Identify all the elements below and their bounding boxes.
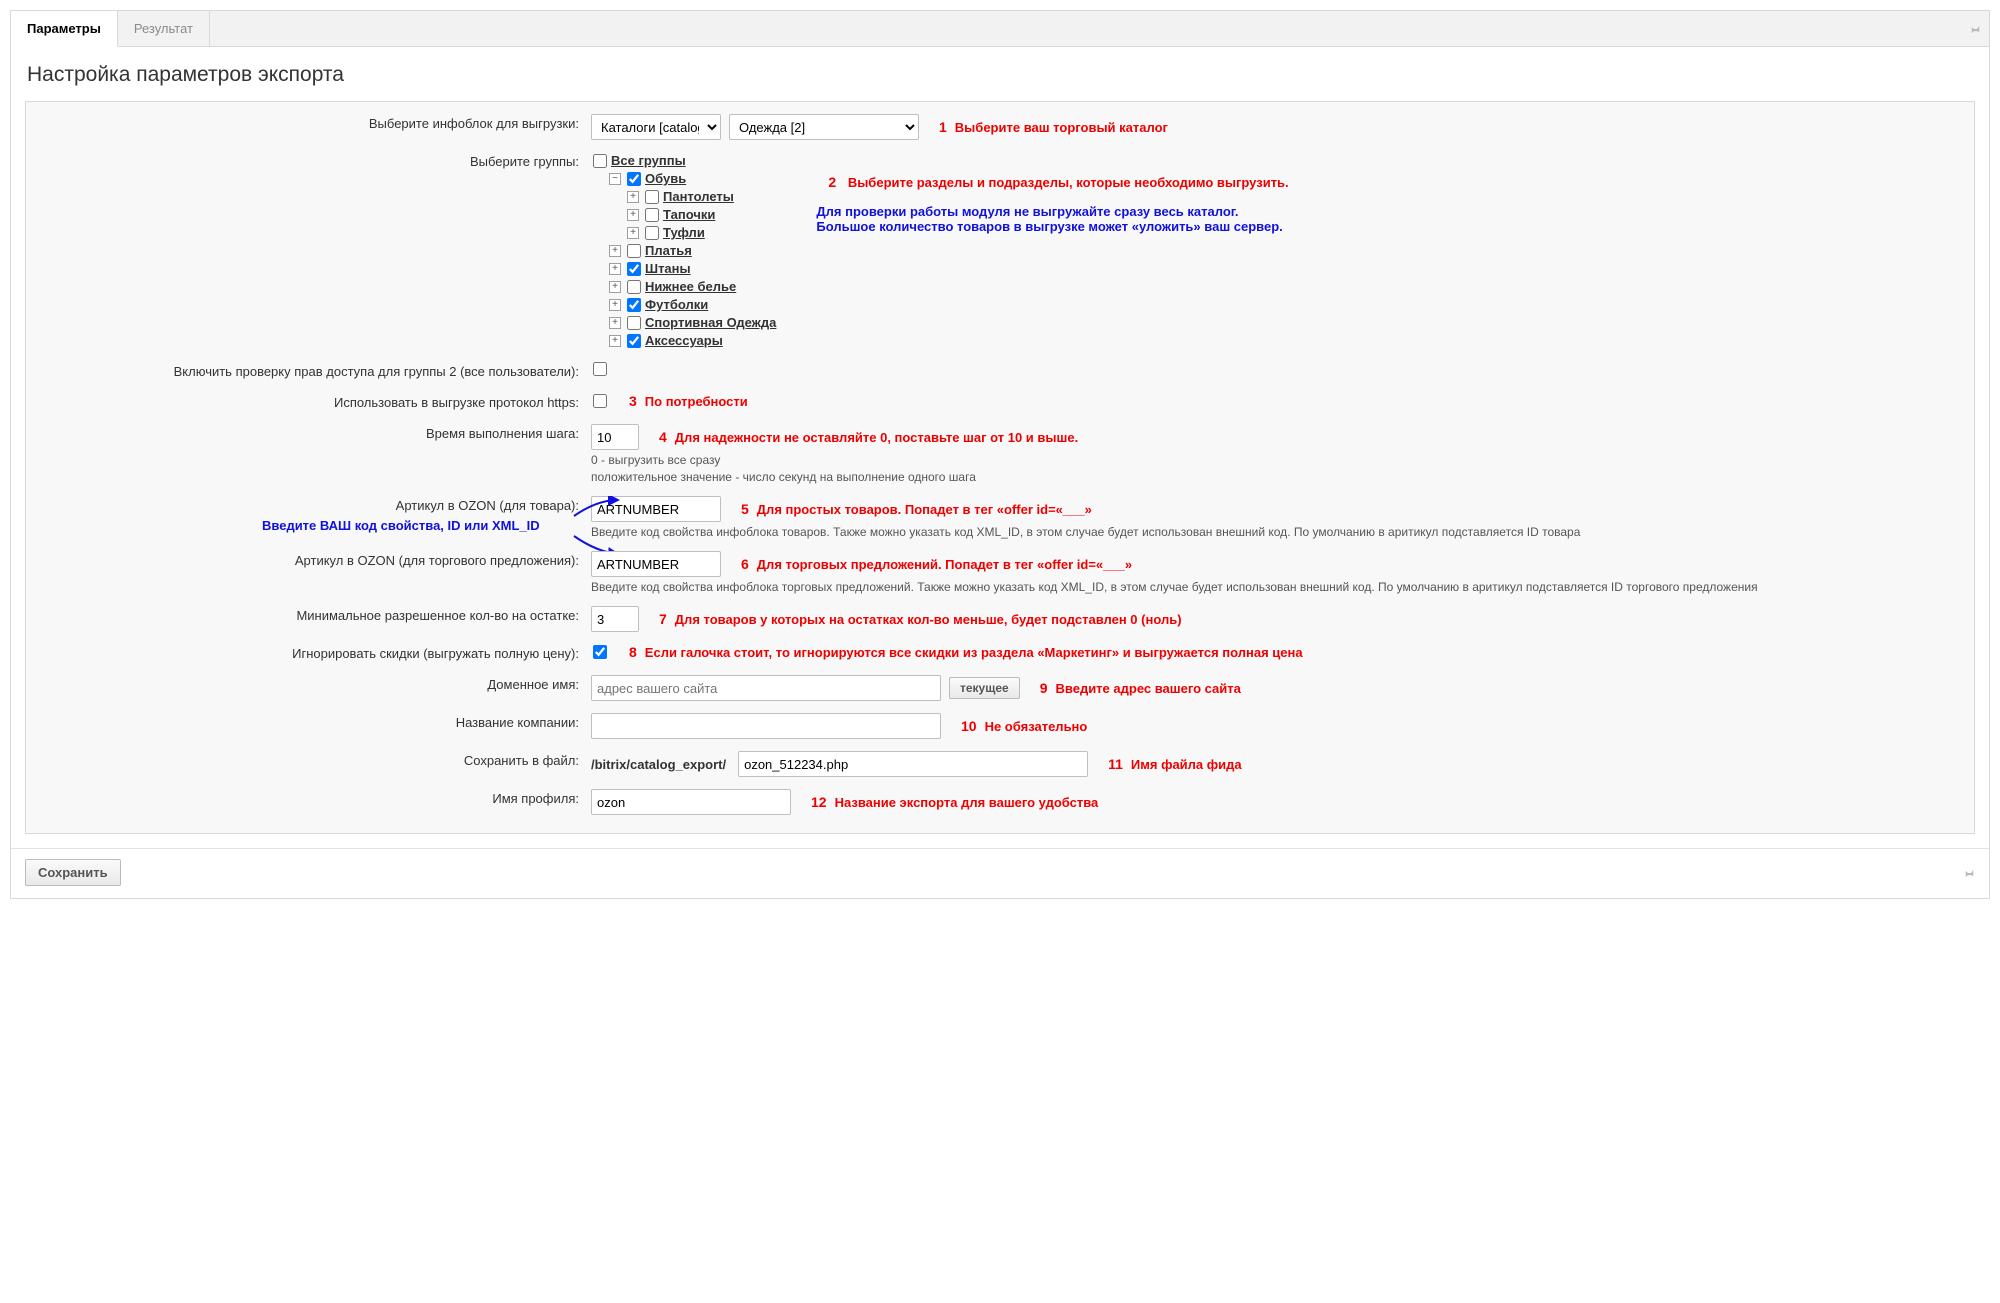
label-art-offer: Артикул в OZON (для торгового предложени… — [32, 549, 587, 572]
input-domain[interactable] — [591, 675, 941, 701]
tree-check[interactable] — [627, 298, 641, 312]
anno-num-4: 4 — [659, 429, 667, 445]
expander-icon[interactable]: + — [609, 245, 621, 257]
anno-text-6: Для торговых предложений. Попадет в тег … — [757, 557, 1132, 572]
groups-tree[interactable]: Все группы − Обувь + Пантолеты + Тапочки — [591, 152, 776, 350]
tree-check[interactable] — [627, 316, 641, 330]
tree-check-root[interactable] — [593, 154, 607, 168]
hint-step-b: положительное значение - число секунд на… — [591, 470, 1964, 484]
label-ignore-disc: Игнорировать скидки (выгружать полную це… — [32, 642, 587, 665]
anno-text-11: Имя файла фида — [1131, 757, 1242, 772]
anno-text-10: Не обязательно — [985, 719, 1088, 734]
input-min-stock[interactable] — [591, 606, 639, 632]
input-company[interactable] — [591, 713, 941, 739]
anno-num-1: 1 — [939, 119, 947, 135]
anno-text-2: Выберите разделы и подразделы, которые н… — [848, 175, 1289, 190]
checkbox-https[interactable] — [593, 394, 607, 408]
tree-label[interactable]: Пантолеты — [663, 188, 734, 206]
tab-params[interactable]: Параметры — [11, 11, 118, 47]
tree-label[interactable]: Тапочки — [663, 206, 715, 224]
label-https: Использовать в выгрузке протокол https: — [32, 391, 587, 414]
tree-label-obuv[interactable]: Обувь — [645, 170, 686, 188]
tree-check[interactable] — [645, 226, 659, 240]
label-domain: Доменное имя: — [32, 673, 587, 696]
tree-label[interactable]: Штаны — [645, 260, 691, 278]
label-perm-check: Включить проверку прав доступа для групп… — [32, 360, 587, 383]
anno-text-2b: Для проверки работы модуля не выгружайте… — [816, 204, 1288, 234]
label-art-product: Артикул в OZON (для товара): — [32, 494, 587, 517]
tab-result[interactable]: Результат — [118, 11, 210, 46]
anno-num-8: 8 — [629, 644, 637, 660]
arrow-hint: Введите ВАШ код свойства, ID или XML_ID — [262, 518, 582, 533]
label-company: Название компании: — [32, 711, 587, 734]
input-file[interactable] — [738, 751, 1088, 777]
anno-text-1: Выберите ваш торговый каталог — [955, 120, 1168, 135]
anno-num-5: 5 — [741, 501, 749, 517]
expander-icon[interactable]: + — [609, 281, 621, 293]
label-min-stock: Минимальное разрешенное кол-во на остатк… — [32, 604, 587, 627]
tree-label-root[interactable]: Все группы — [611, 152, 686, 170]
select-iblock-type[interactable]: Каталоги [catalog] — [591, 114, 721, 140]
anno-num-7: 7 — [659, 611, 667, 627]
label-groups: Выберите группы: — [32, 150, 587, 173]
tab-strip: Параметры Результат — [11, 11, 1989, 47]
expander-icon[interactable]: + — [627, 227, 639, 239]
tree-check[interactable] — [627, 244, 641, 258]
label-step: Время выполнения шага: — [32, 422, 587, 445]
anno-text-8: Если галочка стоит, то игнорируются все … — [645, 645, 1303, 660]
expander-icon[interactable]: + — [609, 335, 621, 347]
input-profile[interactable] — [591, 789, 791, 815]
anno-text-4: Для надежности не оставляйте 0, поставьт… — [675, 430, 1078, 445]
tree-label[interactable]: Футболки — [645, 296, 708, 314]
anno-text-9: Введите адрес вашего сайта — [1056, 681, 1241, 696]
input-art-product[interactable] — [591, 496, 721, 522]
anno-num-3: 3 — [629, 393, 637, 409]
tree-label[interactable]: Туфли — [663, 224, 705, 242]
checkbox-ignore-disc[interactable] — [593, 645, 607, 659]
label-iblock: Выберите инфоблок для выгрузки: — [32, 112, 587, 135]
select-iblock[interactable]: Одежда [2] — [729, 114, 919, 140]
anno-num-11: 11 — [1108, 756, 1123, 772]
tree-check[interactable] — [645, 190, 659, 204]
anno-text-5: Для простых товаров. Попадет в тег «offe… — [757, 502, 1092, 517]
expander-icon[interactable]: + — [609, 299, 621, 311]
anno-text-3: По потребности — [645, 394, 748, 409]
pin-icon[interactable] — [1963, 867, 1975, 879]
tree-label[interactable]: Нижнее белье — [645, 278, 736, 296]
anno-num-9: 9 — [1040, 680, 1048, 696]
expander-icon[interactable]: + — [627, 209, 639, 221]
anno-text-12: Название экспорта для вашего удобства — [835, 795, 1099, 810]
expander-icon[interactable]: + — [609, 317, 621, 329]
expander-icon[interactable]: + — [609, 263, 621, 275]
tree-label[interactable]: Платья — [645, 242, 692, 260]
expander-icon[interactable]: − — [609, 173, 621, 185]
save-button[interactable]: Сохранить — [25, 859, 121, 886]
anno-num-6: 6 — [741, 556, 749, 572]
expander-icon[interactable]: + — [627, 191, 639, 203]
anno-num-12: 12 — [811, 794, 827, 810]
input-step[interactable] — [591, 424, 639, 450]
input-art-offer[interactable] — [591, 551, 721, 577]
current-button[interactable]: текущее — [949, 677, 1020, 699]
tree-check[interactable] — [645, 208, 659, 222]
hint-step-a: 0 - выгрузить все сразу — [591, 453, 1964, 467]
tree-label[interactable]: Аксессуары — [645, 332, 723, 350]
anno-num-2: 2 — [828, 174, 836, 190]
tree-check[interactable] — [627, 280, 641, 294]
anno-text-7: Для товаров у которых на остатках кол-во… — [675, 612, 1182, 627]
hint-art-product: Введите код свойства инфоблока товаров. … — [591, 525, 1964, 539]
file-path-prefix: /bitrix/catalog_export/ — [591, 757, 726, 772]
hint-art-offer: Введите код свойства инфоблока торговых … — [591, 580, 1964, 594]
checkbox-perm-check[interactable] — [593, 362, 607, 376]
tree-label[interactable]: Спортивная Одежда — [645, 314, 776, 332]
anno-num-10: 10 — [961, 718, 977, 734]
tree-check-obuv[interactable] — [627, 172, 641, 186]
tree-check[interactable] — [627, 262, 641, 276]
page-title: Настройка параметров экспорта — [27, 63, 1975, 87]
label-file: Сохранить в файл: — [32, 749, 587, 772]
tree-check[interactable] — [627, 334, 641, 348]
label-profile: Имя профиля: — [32, 787, 587, 810]
pin-icon[interactable] — [1969, 23, 1981, 35]
